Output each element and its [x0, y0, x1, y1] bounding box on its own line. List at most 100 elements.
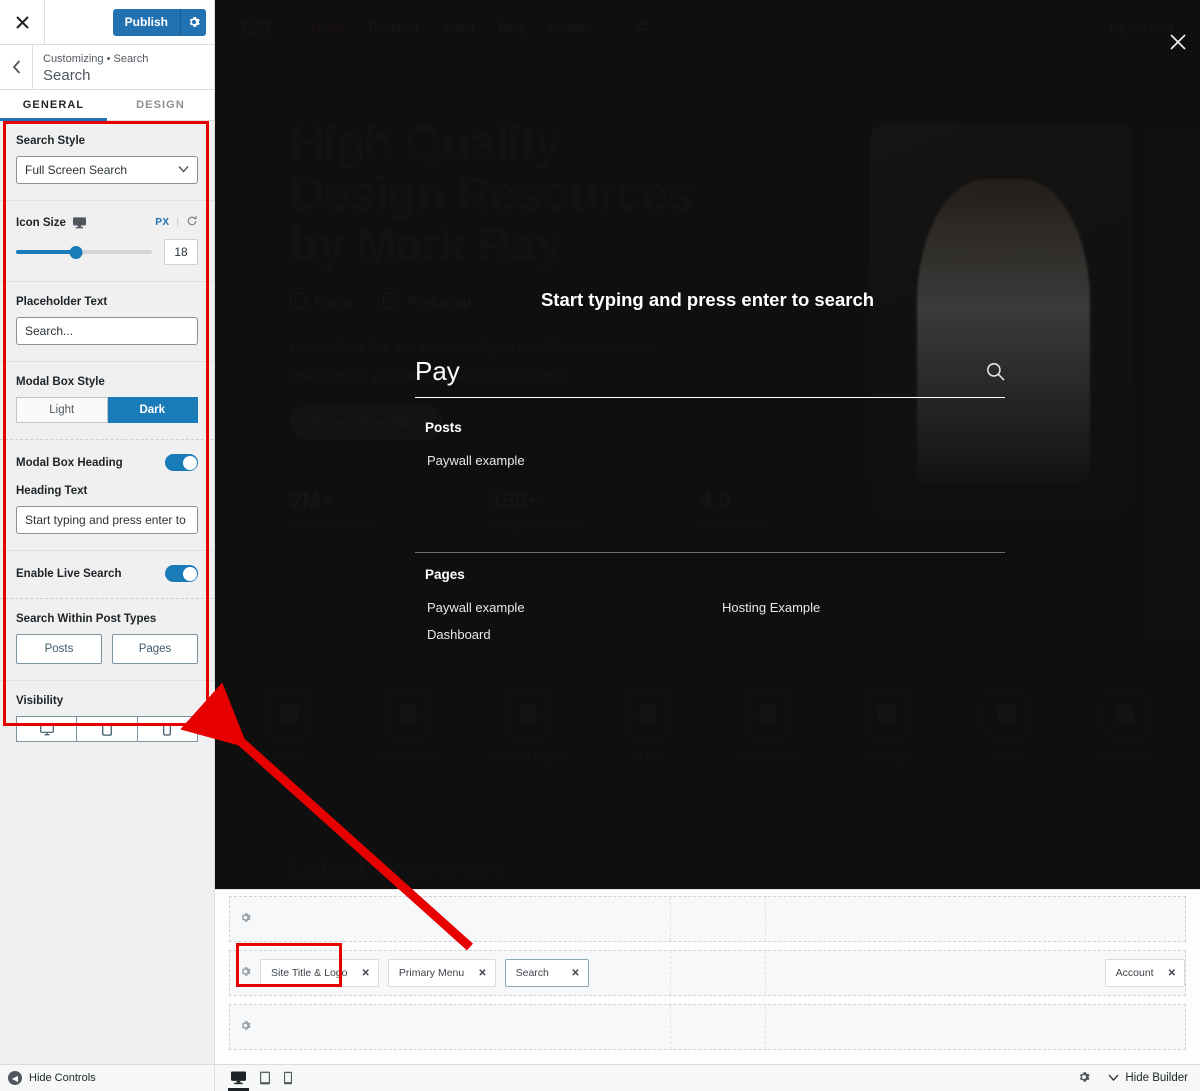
- close-icon: [15, 15, 29, 29]
- heading-text-label: Heading Text: [16, 485, 88, 497]
- search-result-item[interactable]: Paywall example: [415, 594, 710, 621]
- header-builder: Site Title & Logo ✕ Primary Menu ✕ Searc…: [215, 889, 1200, 1064]
- customizer-topbar: Publish: [0, 0, 214, 45]
- setting-search-post-types: Search Within Post Types Posts Pages: [0, 599, 214, 681]
- search-overlay-field: Pay Posts Paywall example Pages Paywall …: [415, 356, 1005, 648]
- gear-icon[interactable]: [230, 1020, 260, 1034]
- tab-design[interactable]: DESIGN: [107, 90, 214, 120]
- heading-text-input[interactable]: [16, 506, 198, 534]
- setting-search-style: Search Style Full Screen Search: [0, 121, 214, 201]
- builder-item-site-title-logo[interactable]: Site Title & Logo ✕: [260, 959, 379, 987]
- reset-icon[interactable]: [186, 215, 198, 230]
- builder-item-primary-menu[interactable]: Primary Menu ✕: [387, 959, 496, 987]
- search-result-item[interactable]: Hosting Example: [710, 594, 1005, 621]
- search-style-select[interactable]: Full Screen Search: [16, 156, 198, 184]
- remove-icon[interactable]: ✕: [361, 968, 369, 979]
- visibility-tablet-button[interactable]: [77, 716, 138, 742]
- preview-tablet-button[interactable]: [260, 1065, 270, 1091]
- enable-live-search-toggle[interactable]: [165, 565, 198, 582]
- search-style-label: Search Style: [16, 135, 86, 147]
- unit-px-button[interactable]: PX: [155, 217, 169, 228]
- icon-size-slider[interactable]: [16, 244, 152, 260]
- chevron-left-icon: [12, 60, 20, 74]
- builder-item-search[interactable]: Search ✕: [504, 959, 589, 987]
- builder-row-below[interactable]: [229, 1004, 1186, 1050]
- icon-size-slider-row: 18: [16, 239, 198, 265]
- toggle-knob: [182, 455, 197, 470]
- statusbar-right: Hide Builder: [1078, 1071, 1200, 1086]
- setting-enable-live-search: Enable Live Search: [0, 551, 214, 599]
- setting-placeholder-text: Placeholder Text: [0, 282, 214, 362]
- builder-row-main[interactable]: Site Title & Logo ✕ Primary Menu ✕ Searc…: [229, 950, 1186, 996]
- close-icon[interactable]: [1170, 33, 1186, 56]
- hide-builder-button[interactable]: Hide Builder: [1108, 1072, 1188, 1084]
- search-results-items: Paywall example Hosting Example Dashboar…: [415, 594, 1005, 648]
- remove-icon[interactable]: ✕: [478, 968, 486, 979]
- search-style-select-wrap: Full Screen Search: [16, 156, 198, 184]
- gear-icon[interactable]: [230, 912, 260, 926]
- search-result-item[interactable]: Dashboard: [415, 621, 710, 648]
- preview-mobile-button[interactable]: [284, 1065, 292, 1091]
- customizer-app: Publish Customizing • Search Search GENE…: [0, 0, 1200, 1091]
- post-type-posts-button[interactable]: Posts: [16, 634, 102, 664]
- desktop-icon: [231, 1071, 246, 1085]
- placeholder-text-label: Placeholder Text: [16, 296, 108, 308]
- modal-style-dark-button[interactable]: Dark: [107, 397, 198, 423]
- settings-panel: Search Style Full Screen Search Icon Siz…: [0, 121, 214, 1064]
- publish-settings-gear-icon[interactable]: [180, 8, 206, 36]
- publish-button[interactable]: Publish: [112, 8, 180, 36]
- preview-desktop-button[interactable]: [228, 1065, 249, 1091]
- builder-item-account[interactable]: Account ✕: [1104, 959, 1185, 987]
- modal-box-heading-row: Modal Box Heading: [16, 454, 198, 471]
- tab-general[interactable]: GENERAL: [0, 90, 107, 121]
- customizer-statusbar: ◀ Hide Controls Hide Builder: [0, 1064, 1200, 1091]
- search-results-group-title: Posts: [425, 420, 462, 435]
- enable-live-search-row: Enable Live Search: [16, 565, 198, 582]
- remove-icon[interactable]: ✕: [571, 968, 579, 979]
- visibility-desktop-button[interactable]: [16, 716, 78, 742]
- icon-size-value-input[interactable]: 18: [164, 239, 198, 265]
- slider-fill: [16, 250, 76, 254]
- builder-settings-gear-icon[interactable]: [1078, 1071, 1090, 1086]
- post-type-buttons: Posts Pages: [16, 634, 198, 664]
- visibility-mobile-button[interactable]: [137, 716, 198, 742]
- remove-icon[interactable]: ✕: [1168, 968, 1176, 979]
- search-overlay: Start typing and press enter to search P…: [215, 0, 1200, 889]
- site-content: MR Home Premium About Blog Contact My Ac…: [215, 0, 1200, 889]
- panel-titles: Customizing • Search Search: [33, 45, 148, 89]
- slider-knob[interactable]: [69, 245, 83, 259]
- hide-controls-group[interactable]: ◀ Hide Controls: [0, 1065, 215, 1091]
- hide-builder-label: Hide Builder: [1125, 1072, 1188, 1084]
- close-customizer-button[interactable]: [0, 0, 45, 44]
- desktop-icon[interactable]: [72, 216, 86, 229]
- search-overlay-input[interactable]: Pay: [415, 356, 1005, 398]
- builder-row-above[interactable]: [229, 896, 1186, 942]
- placeholder-text-input[interactable]: [16, 317, 198, 345]
- unit-separator: |: [176, 217, 179, 228]
- setting-icon-size: Icon Size PX | 18: [0, 201, 214, 282]
- modal-box-style-segmented: Light Dark: [16, 397, 198, 423]
- search-icon[interactable]: [986, 362, 1005, 387]
- builder-item-label: Primary Menu: [398, 967, 465, 979]
- setting-visibility: Visibility: [0, 681, 214, 758]
- breadcrumb: Customizing • Search: [43, 53, 149, 65]
- visibility-device-group: [16, 716, 198, 742]
- tablet-icon: [260, 1071, 270, 1085]
- modal-box-heading-label: Modal Box Heading: [16, 456, 123, 469]
- mobile-icon: [284, 1071, 292, 1085]
- search-result-item[interactable]: Paywall example: [415, 447, 710, 474]
- toggle-knob: [182, 566, 197, 581]
- search-results-group-pages: Pages Paywall example Hosting Example Da…: [415, 552, 1005, 648]
- post-type-pages-button[interactable]: Pages: [112, 634, 198, 664]
- icon-size-label-group: Icon Size: [16, 217, 86, 229]
- back-button[interactable]: [0, 45, 33, 89]
- modal-box-heading-toggle[interactable]: [165, 454, 198, 471]
- desktop-icon: [39, 722, 54, 735]
- page-title: Search: [43, 67, 91, 84]
- hide-controls-label: Hide Controls: [29, 1072, 96, 1084]
- search-post-types-label: Search Within Post Types: [16, 613, 157, 625]
- modal-style-light-button[interactable]: Light: [16, 397, 108, 423]
- setting-modal-box-heading: Modal Box Heading Heading Text: [0, 440, 214, 551]
- icon-size-header: Icon Size PX |: [16, 215, 198, 230]
- gear-icon[interactable]: [230, 966, 260, 980]
